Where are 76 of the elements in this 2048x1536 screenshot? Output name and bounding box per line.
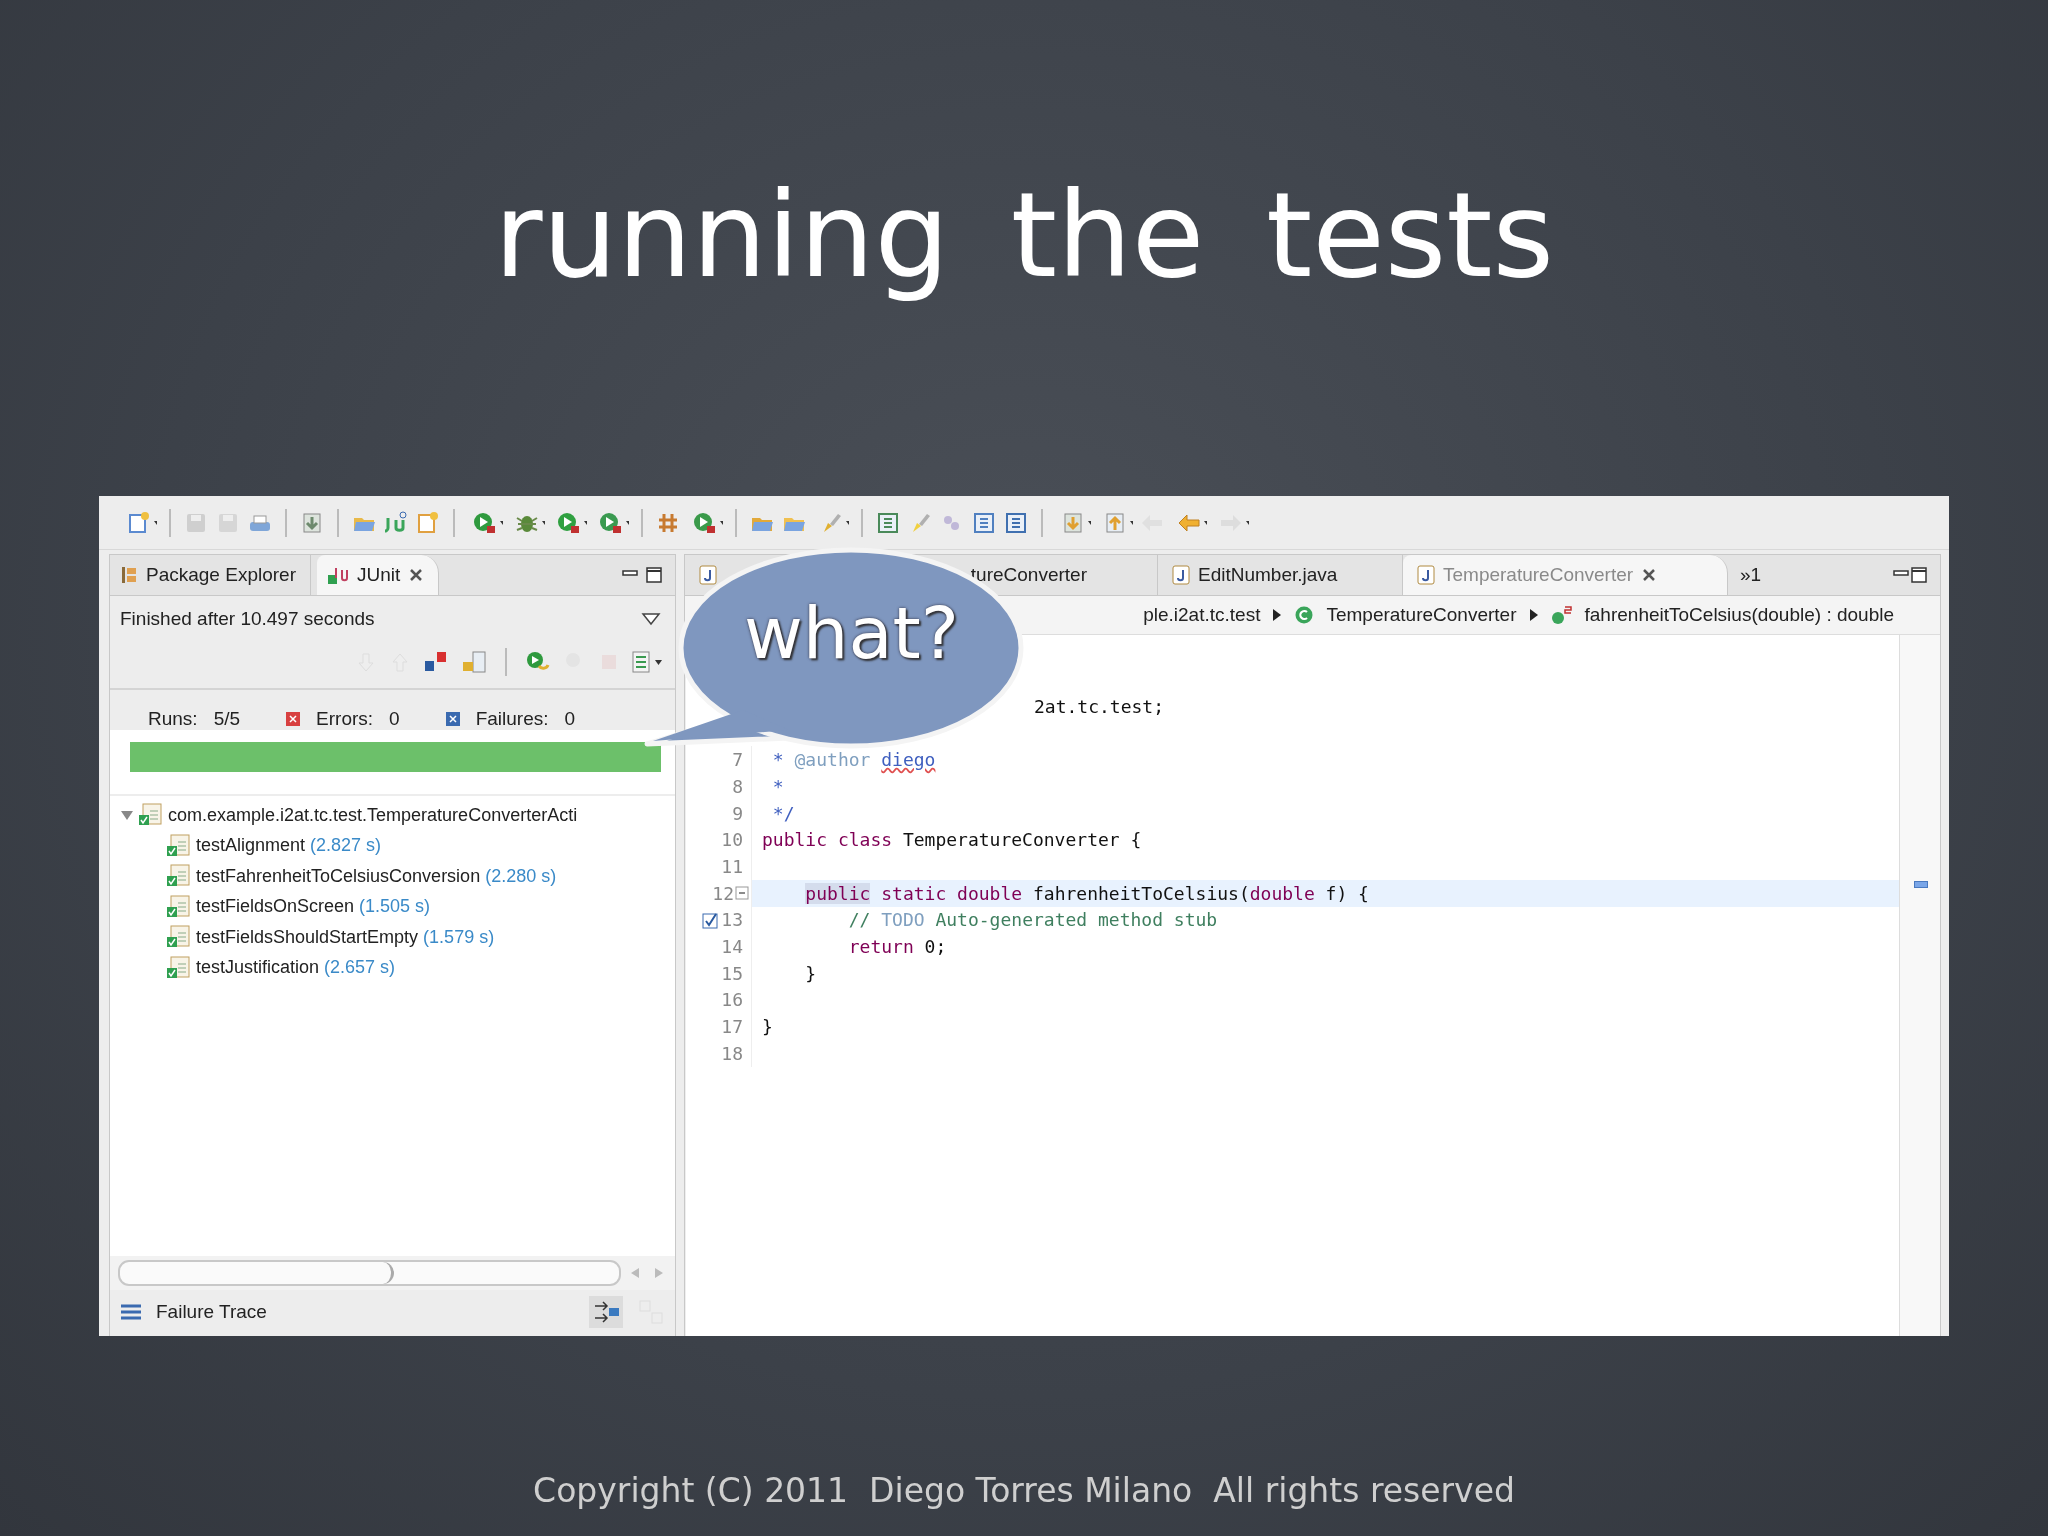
line-number: 11 xyxy=(721,855,743,877)
test-suite-icon xyxy=(138,803,164,828)
tree-item[interactable]: testFieldsOnScreen (1.505 s) xyxy=(196,896,431,918)
callout-text: what? xyxy=(742,590,961,677)
view-menu-icon[interactable] xyxy=(641,612,661,626)
list-icon xyxy=(120,1303,142,1321)
line-number: 16 xyxy=(721,989,743,1011)
code-line: return 0; xyxy=(847,936,947,958)
new-class-icon[interactable] xyxy=(415,509,441,536)
counter-value: 0 xyxy=(389,708,400,730)
counter-value: 5/5 xyxy=(213,708,241,730)
line-number: 7 xyxy=(732,749,743,771)
line-number: 14 xyxy=(721,936,743,958)
failure-icon xyxy=(445,712,460,726)
code-line: * @author diego xyxy=(771,749,936,771)
line-number: 8 xyxy=(732,775,743,797)
error-icon xyxy=(286,712,301,726)
tree-item[interactable]: testFieldsShouldStartEmpty (1.579 s) xyxy=(196,926,495,948)
view-tab[interactable]: Package Explorer xyxy=(110,555,311,595)
code-line: 2at.tc.test; xyxy=(1033,695,1165,717)
maximize-icon[interactable] xyxy=(645,566,663,584)
code-line: // TODO Auto-generated method stub xyxy=(847,909,1218,931)
close-icon[interactable] xyxy=(1641,567,1658,583)
java-file-icon xyxy=(1417,565,1435,585)
counter-label: Failures: xyxy=(475,708,549,730)
line-number: 10 xyxy=(721,829,743,851)
filter-trace-icon[interactable] xyxy=(589,1296,623,1328)
fold-icon[interactable] xyxy=(735,886,749,901)
more-tabs-button[interactable]: »1 xyxy=(1728,564,1774,586)
test-passed-icon xyxy=(166,864,192,889)
code-line: } xyxy=(804,962,817,984)
slide-title: running the tests xyxy=(493,165,1555,306)
failures-only-icon[interactable] xyxy=(423,650,449,674)
view-tab[interactable]: JUnit xyxy=(316,555,440,595)
close-icon[interactable] xyxy=(408,567,425,583)
scroll-lock-icon[interactable] xyxy=(461,650,487,674)
line-number: 9 xyxy=(732,802,743,824)
code-line: * xyxy=(771,775,784,797)
code-line: } xyxy=(761,1016,773,1038)
code-line: public class TemperatureConverter { xyxy=(761,829,1142,851)
chevron-icon xyxy=(1528,608,1539,622)
test-passed-icon xyxy=(166,955,192,980)
test-passed-icon xyxy=(166,894,192,919)
test-passed-icon xyxy=(166,833,192,858)
class-icon xyxy=(1294,605,1315,625)
chevron-icon xyxy=(1272,608,1283,622)
method-icon xyxy=(1550,605,1573,625)
java-file-icon xyxy=(699,565,717,585)
package-icon xyxy=(120,565,138,585)
counter-value: 0 xyxy=(564,708,576,730)
java-file-icon xyxy=(1172,565,1190,585)
breadcrumb-item[interactable]: TemperatureConverter xyxy=(1326,604,1517,626)
maximize-icon[interactable] xyxy=(1910,566,1928,584)
ruler-mark[interactable] xyxy=(1914,881,1928,888)
test-passed-icon xyxy=(166,925,192,950)
counter-label: Errors: xyxy=(316,708,374,730)
history-icon[interactable] xyxy=(631,650,665,674)
tree-item[interactable]: testFahrenheitToCelsiusConversion (2.280 s) xyxy=(196,865,557,887)
scrollbar[interactable] xyxy=(118,1260,621,1286)
status-text: Finished after 10.497 seconds xyxy=(120,608,375,630)
copyright-footer: Copyright (C) 2011 Diego Torres Milano All rights reserved xyxy=(533,1471,1515,1510)
line-number: 15 xyxy=(721,962,743,984)
code-line: */ xyxy=(771,802,795,824)
line-number: 13 xyxy=(721,909,743,931)
tree-item[interactable]: com.example.i2at.tc.test.TemperatureConverterActi xyxy=(168,804,578,826)
editor-tab[interactable]: EditNumber.java xyxy=(1158,555,1403,595)
breadcrumb-item[interactable]: ple.i2at.tc.test xyxy=(1143,604,1261,626)
tree-item[interactable]: testJustification (2.657 s) xyxy=(196,957,396,979)
counter-label: Runs: xyxy=(148,708,198,730)
failure-trace-title: Failure Trace xyxy=(156,1301,267,1323)
tree-item[interactable]: testAlignment (2.827 s) xyxy=(196,835,382,857)
line-number: 17 xyxy=(721,1016,743,1038)
line-number: 12 xyxy=(712,882,734,904)
line-number: 18 xyxy=(721,1042,743,1064)
code-line: public static double fahrenheitToCelsius(double f) { xyxy=(804,882,1369,904)
breadcrumb-item[interactable]: fahrenheitToCelsius(double) : double xyxy=(1584,604,1894,626)
